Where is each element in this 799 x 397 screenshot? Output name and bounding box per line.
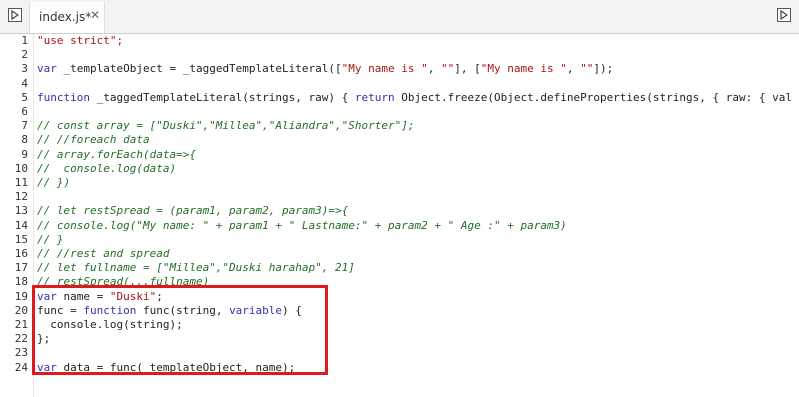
code-line[interactable]: // }: [37, 233, 64, 247]
code-token: Object.freeze(Object.defineProperties(st…: [394, 90, 792, 104]
code-token: // let restSpread = (param1, param2, par…: [37, 204, 349, 218]
code-line[interactable]: // array.forEach(data=>{: [37, 148, 196, 162]
highlight-box: [32, 285, 328, 375]
code-token: "use strict";: [37, 34, 124, 47]
line-number: 19: [14, 289, 28, 303]
code-token: // console.log("My name: " + param1 + " …: [37, 218, 567, 232]
code-line[interactable]: // let restSpread = (param1, param2, par…: [37, 204, 348, 218]
line-number: 10: [14, 161, 28, 175]
code-line[interactable]: var _templateObject = _taggedTemplateLit…: [37, 62, 613, 76]
code-token: // const array = ["Duski","Millea","Alia…: [37, 119, 415, 133]
code-token: "": [441, 62, 455, 76]
line-number: 6: [21, 105, 28, 118]
code-token: "My name is ": [341, 62, 428, 76]
line-number: 22: [14, 332, 28, 346]
line-number: 17: [14, 261, 28, 275]
line-number: 11: [14, 176, 28, 189]
code-token: _templateObject = _taggedTemplateLiteral…: [56, 62, 342, 76]
code-token: // }: [37, 232, 64, 246]
code-line[interactable]: // console.log(data): [37, 162, 176, 176]
line-number: 4: [21, 76, 28, 90]
line-number: 1: [21, 34, 28, 47]
code-token: // //foreach data: [37, 133, 150, 147]
close-tab-icon[interactable]: ✕: [90, 8, 100, 22]
code-line[interactable]: "use strict";: [37, 34, 123, 48]
tab-index-js[interactable]: index.js* ✕: [29, 2, 105, 33]
code-token: "My name is ": [480, 62, 567, 76]
code-token: _taggedTemplateLiteral(strings, raw) {: [89, 90, 355, 104]
line-number: 15: [14, 232, 28, 246]
code-token: var: [37, 62, 57, 76]
code-line[interactable]: // let fullname = ["Millea","Duski harah…: [37, 261, 355, 275]
code-line[interactable]: // //rest and spread: [37, 247, 169, 261]
code-token: return: [354, 90, 395, 104]
code-token: // console.log(data): [37, 161, 177, 175]
toggle-right-panel-icon[interactable]: [777, 8, 791, 22]
line-number: 12: [14, 190, 28, 204]
line-number: 3: [21, 62, 28, 76]
code-token: // //rest and spread: [37, 247, 170, 260]
code-editor[interactable]: 1 2 3 4 5 6 7 8 9 10 11 12 13 14 15 16 17 18 19 20 21 22 23 24 …: [0, 34, 799, 397]
code-line[interactable]: // console.log("My name: " + param1 + " …: [37, 219, 567, 233]
tab-label: index.js*: [39, 10, 92, 24]
toggle-left-panel-icon[interactable]: [8, 8, 22, 22]
code-token: ,: [566, 62, 581, 76]
line-number: 2: [21, 48, 28, 62]
line-number: 18: [14, 275, 28, 289]
line-number: 23: [14, 346, 28, 360]
code-token: "": [580, 62, 594, 76]
code-token: // let fullname = ["Millea","Duski harah…: [37, 261, 355, 275]
line-number: 7: [21, 119, 28, 133]
line-number: 16: [14, 247, 28, 260]
code-token: function: [37, 90, 90, 104]
line-number: 20: [14, 303, 28, 317]
code-line[interactable]: // //foreach data: [37, 133, 150, 147]
line-number-gutter: 1 2 3 4 5 6 7 8 9 10 11 12 13 14 15 16 17 18 19 20 21 22 23 24: [0, 34, 34, 397]
code-token: ]);: [593, 62, 614, 76]
line-number: 14: [14, 218, 28, 232]
line-number: 8: [21, 133, 28, 147]
line-number: 13: [14, 204, 28, 218]
code-token: ,: [427, 62, 441, 76]
line-number: 21: [14, 318, 28, 331]
line-number: 5: [21, 90, 28, 104]
code-line[interactable]: // }): [37, 176, 70, 190]
line-number: 24: [14, 360, 28, 374]
code-token: // array.forEach(data=>{: [37, 147, 196, 161]
code-token: ], [: [454, 62, 481, 76]
code-token: // }): [37, 176, 71, 189]
code-line[interactable]: // const array = ["Duski","Millea","Alia…: [37, 119, 415, 133]
tab-bar: index.js* ✕: [0, 0, 799, 34]
code-line[interactable]: function _taggedTemplateLiteral(strings,…: [37, 91, 792, 105]
line-number: 9: [21, 147, 28, 161]
